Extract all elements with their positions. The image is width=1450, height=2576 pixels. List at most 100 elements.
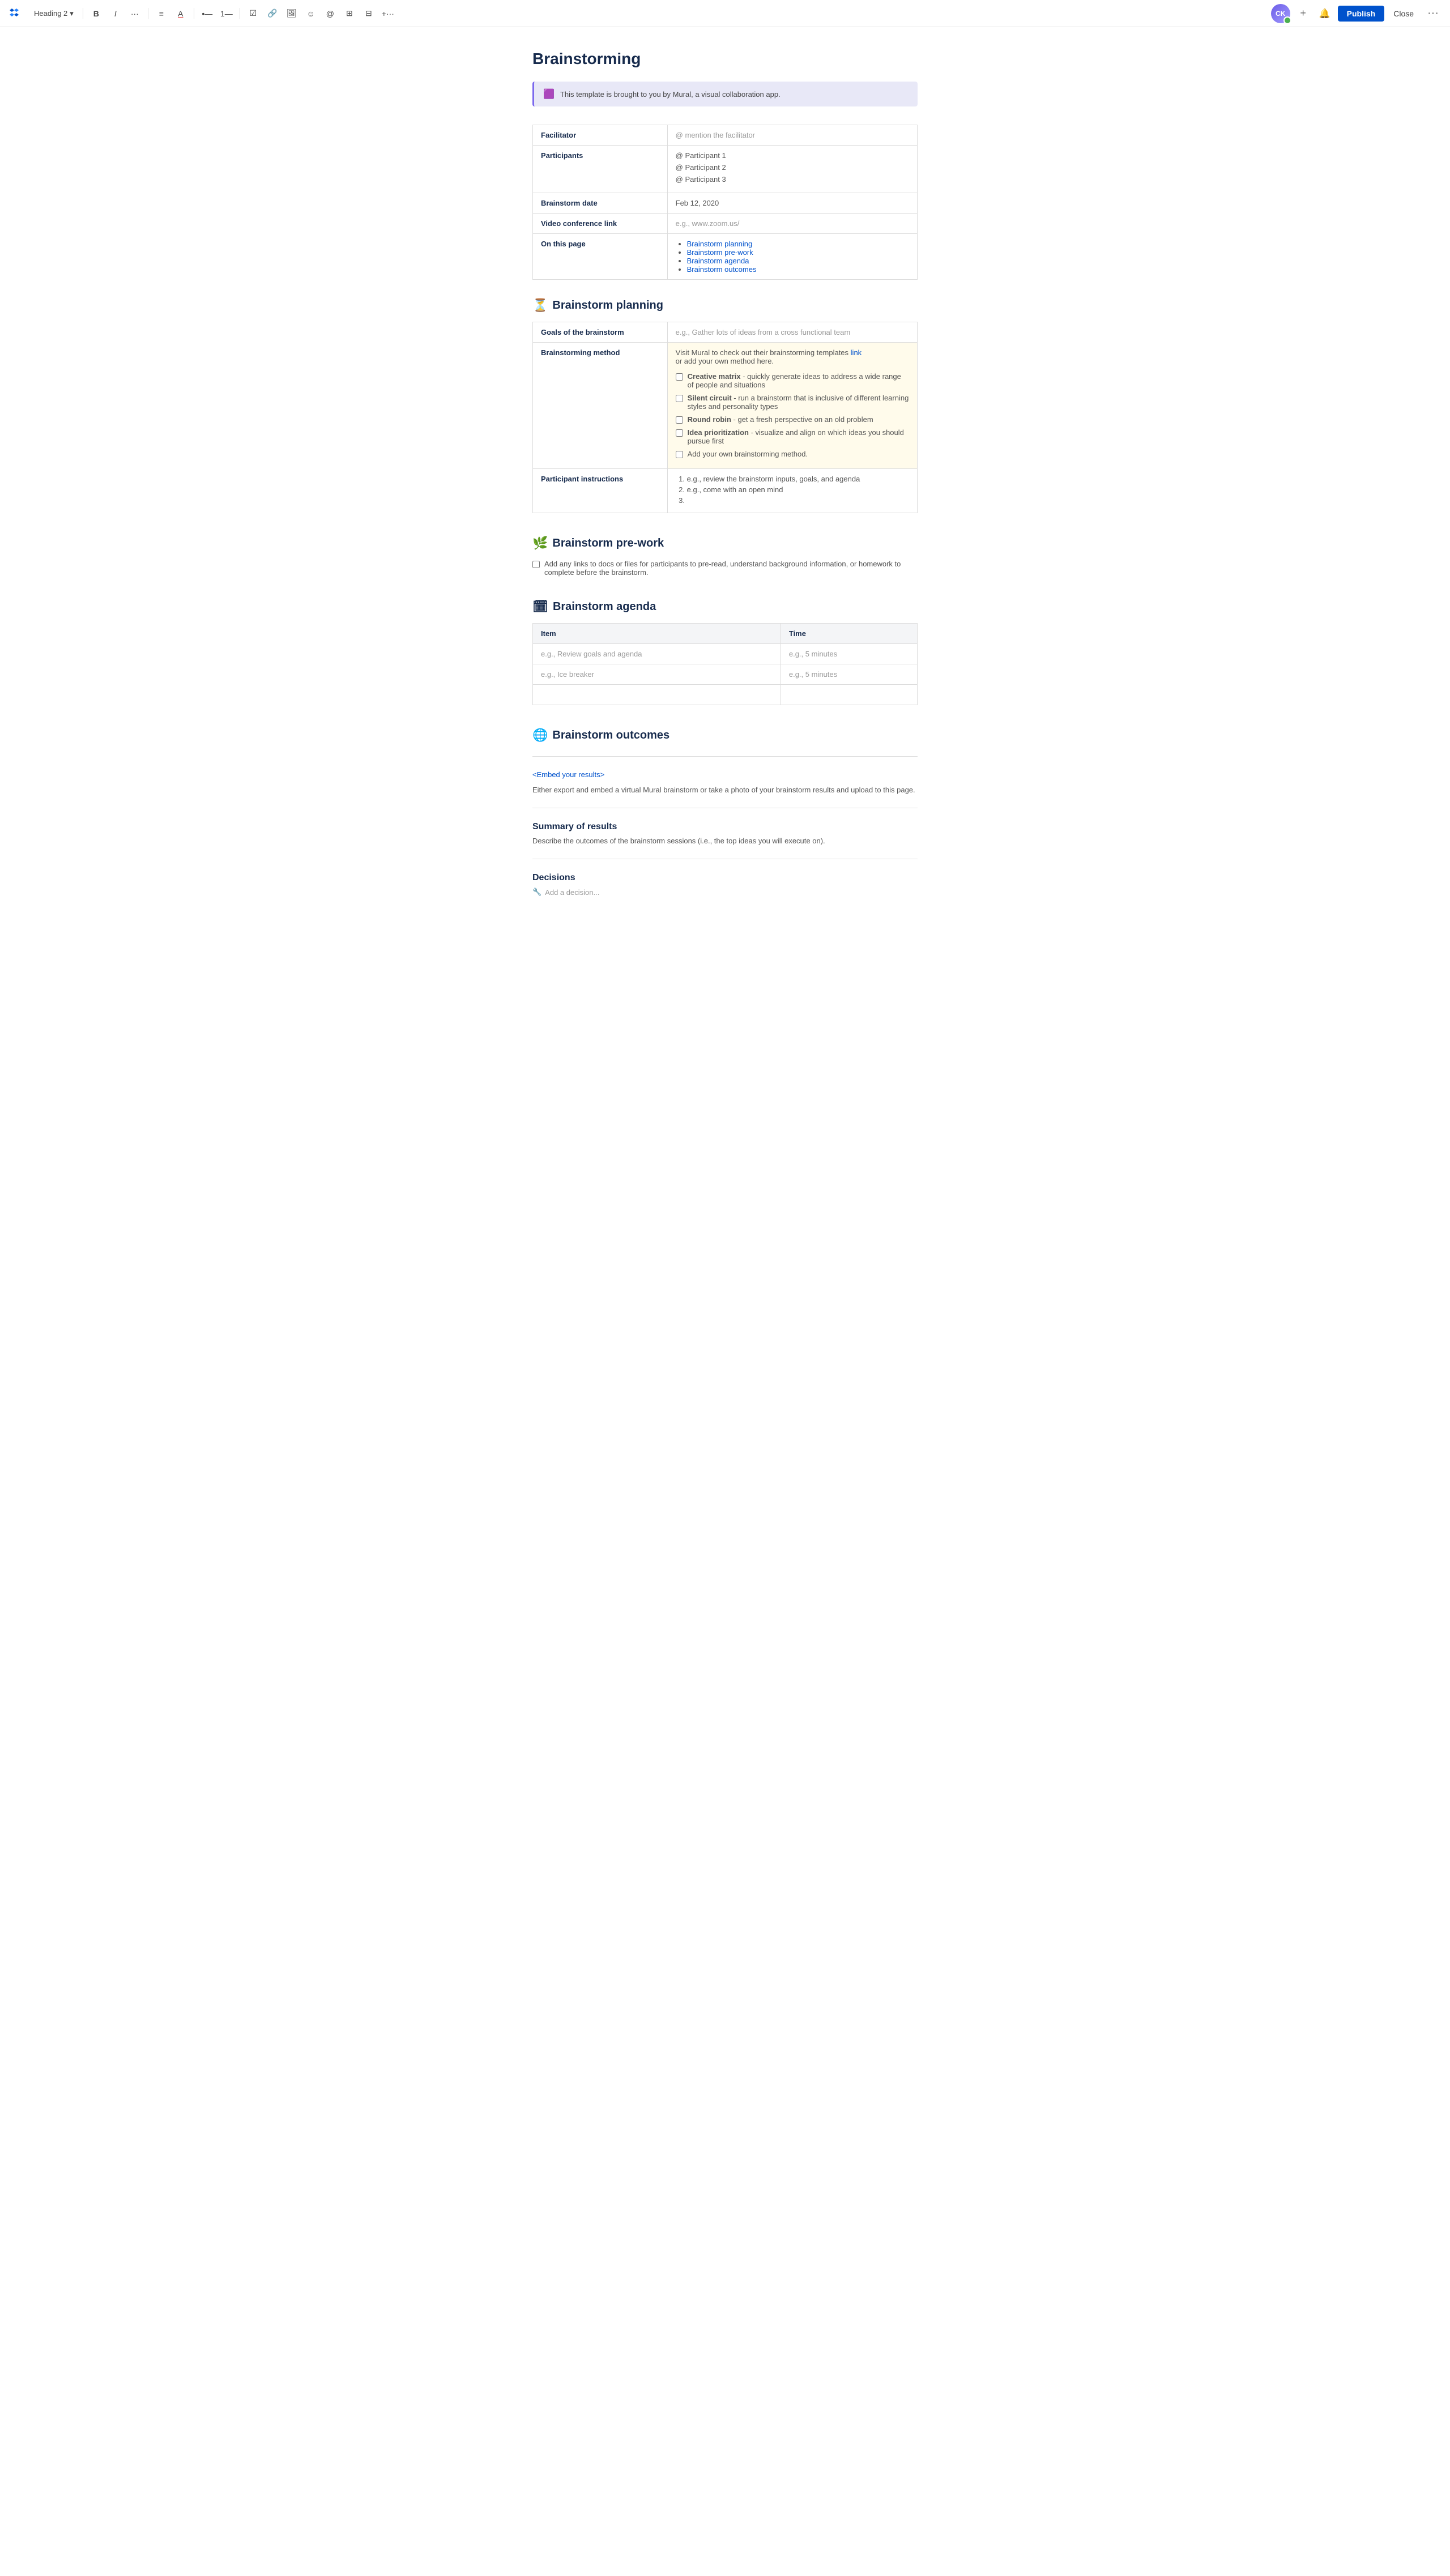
list-item[interactable]: e.g., review the brainstorm inputs, goal… xyxy=(687,475,909,483)
mural-link[interactable]: link xyxy=(851,348,862,357)
agenda-heading: 🗓 Brainstorm agenda xyxy=(532,599,918,614)
embed-link[interactable]: <Embed your results> xyxy=(532,770,918,779)
list-item[interactable]: e.g., come with an open mind xyxy=(687,485,909,494)
mention-button[interactable]: @ xyxy=(322,5,339,22)
bold-button[interactable]: B xyxy=(88,5,105,22)
number-list-button[interactable]: 1— xyxy=(218,5,235,22)
method-checkbox-5[interactable] xyxy=(676,451,683,458)
embed-desc: Either export and embed a virtual Mural … xyxy=(532,786,918,794)
table-row: Participant instructions e.g., review th… xyxy=(533,469,918,513)
method-checkbox-2[interactable] xyxy=(676,395,683,402)
add-decision: 🔧 Add a decision... xyxy=(532,888,918,897)
date-label: Brainstorm date xyxy=(533,193,668,214)
planning-table: Goals of the brainstorm e.g., Gather lot… xyxy=(532,322,918,513)
video-value[interactable]: e.g., www.zoom.us/ xyxy=(667,214,917,234)
method-checkbox-1[interactable] xyxy=(676,373,683,381)
layout-button[interactable]: ⊟ xyxy=(360,5,377,22)
method-label: Brainstorming method xyxy=(533,343,668,469)
info-table: Facilitator @ mention the facilitator Pa… xyxy=(532,125,918,280)
text-color-button[interactable]: A xyxy=(172,5,189,22)
align-button[interactable]: ≡ xyxy=(153,5,170,22)
goals-label: Goals of the brainstorm xyxy=(533,322,668,343)
toolbar: Heading 2 ▾ B I ··· ≡ A •— 1— ☑ 🔗 🖼 ☺ @ … xyxy=(0,0,1450,27)
table-row: Brainstorming method Visit Mural to chec… xyxy=(533,343,918,469)
method-item-2: Silent circuit - run a brainstorm that i… xyxy=(676,394,909,411)
chevron-down-icon: ▾ xyxy=(70,9,74,18)
agenda-item-1[interactable]: e.g., Review goals and agenda xyxy=(533,644,781,664)
on-this-page-value: Brainstorm planning Brainstorm pre-work … xyxy=(667,234,917,280)
method-item-5: Add your own brainstorming method. xyxy=(676,450,909,458)
facilitator-label: Facilitator xyxy=(533,125,668,146)
agenda-emoji: 🗓 xyxy=(532,599,548,614)
table-row: Participants @ Participant 1 @ Participa… xyxy=(533,146,918,193)
agenda-item-2[interactable]: e.g., Ice breaker xyxy=(533,664,781,685)
table-button[interactable]: ⊞ xyxy=(341,5,358,22)
participant-1[interactable]: @ Participant 1 xyxy=(676,151,909,160)
list-item[interactable] xyxy=(687,496,909,505)
publish-button[interactable]: Publish xyxy=(1338,6,1385,22)
table-row: Video conference link e.g., www.zoom.us/ xyxy=(533,214,918,234)
link-brainstorm-prework[interactable]: Brainstorm pre-work xyxy=(687,248,753,257)
table-row: e.g., Ice breaker e.g., 5 minutes xyxy=(533,664,918,685)
goals-value[interactable]: e.g., Gather lots of ideas from a cross … xyxy=(667,322,917,343)
more-format-button[interactable]: ··· xyxy=(126,5,143,22)
participant-3[interactable]: @ Participant 3 xyxy=(676,175,909,184)
prework-checkbox[interactable] xyxy=(532,561,540,568)
image-button[interactable]: 🖼 xyxy=(283,5,300,22)
instructions-label: Participant instructions xyxy=(533,469,668,513)
agenda-time-1[interactable]: e.g., 5 minutes xyxy=(781,644,917,664)
table-row xyxy=(533,685,918,705)
add-decision-text[interactable]: Add a decision... xyxy=(545,888,599,897)
agenda-time-2[interactable]: e.g., 5 minutes xyxy=(781,664,917,685)
method-checkbox-4[interactable] xyxy=(676,429,683,437)
planning-emoji: ⏳ xyxy=(532,298,548,313)
method-item-3: Round robin - get a fresh perspective on… xyxy=(676,415,909,424)
planning-section: ⏳ Brainstorm planning Goals of the brain… xyxy=(532,298,918,513)
italic-button[interactable]: I xyxy=(107,5,124,22)
toolbar-right: CK + 🔔 Publish Close ··· xyxy=(1271,4,1443,23)
agenda-col-item: Item xyxy=(533,624,781,644)
date-value[interactable]: Feb 12, 2020 xyxy=(667,193,917,214)
method-checkbox-3[interactable] xyxy=(676,416,683,424)
prework-heading: 🌿 Brainstorm pre-work xyxy=(532,536,918,551)
method-item-1: Creative matrix - quickly generate ideas… xyxy=(676,372,909,389)
agenda-table: Item Time e.g., Review goals and agenda … xyxy=(532,623,918,705)
summary-title: Summary of results xyxy=(532,822,918,832)
task-button[interactable]: ☑ xyxy=(245,5,262,22)
info-banner: 🟪 This template is brought to you by Mur… xyxy=(532,82,918,106)
prework-check: Add any links to docs or files for parti… xyxy=(532,560,918,577)
prework-emoji: 🌿 xyxy=(532,536,548,551)
emoji-button[interactable]: ☺ xyxy=(302,5,319,22)
link-brainstorm-outcomes[interactable]: Brainstorm outcomes xyxy=(687,265,757,274)
avatar[interactable]: CK xyxy=(1271,4,1290,23)
prework-section: 🌿 Brainstorm pre-work Add any links to d… xyxy=(532,536,918,577)
page-title: Brainstorming xyxy=(532,50,918,68)
table-row: Brainstorm date Feb 12, 2020 xyxy=(533,193,918,214)
bullet-list-button[interactable]: •— xyxy=(199,5,216,22)
heading-selector[interactable]: Heading 2 ▾ xyxy=(29,7,78,20)
add-collaborator-button[interactable]: + xyxy=(1295,5,1312,22)
agenda-item-3[interactable] xyxy=(533,685,781,705)
table-row: e.g., Review goals and agenda e.g., 5 mi… xyxy=(533,644,918,664)
insert-more-button[interactable]: +··· xyxy=(379,5,396,22)
table-row: Goals of the brainstorm e.g., Gather lot… xyxy=(533,322,918,343)
notification-button[interactable]: 🔔 xyxy=(1316,5,1333,22)
video-label: Video conference link xyxy=(533,214,668,234)
agenda-col-time: Time xyxy=(781,624,917,644)
agenda-section: 🗓 Brainstorm agenda Item Time e.g., Revi… xyxy=(532,599,918,705)
close-button[interactable]: Close xyxy=(1389,6,1418,22)
planning-heading: ⏳ Brainstorm planning xyxy=(532,298,918,313)
facilitator-value[interactable]: @ mention the facilitator xyxy=(667,125,917,146)
mural-icon: 🟪 xyxy=(543,88,555,100)
table-row: On this page Brainstorm planning Brainst… xyxy=(533,234,918,280)
more-options-button[interactable]: ··· xyxy=(1423,5,1443,22)
outcomes-emoji: 🌐 xyxy=(532,728,548,743)
link-brainstorm-agenda[interactable]: Brainstorm agenda xyxy=(687,257,749,265)
table-row: Facilitator @ mention the facilitator xyxy=(533,125,918,146)
instructions-list: e.g., review the brainstorm inputs, goal… xyxy=(676,475,909,505)
link-button[interactable]: 🔗 xyxy=(264,5,281,22)
participant-2[interactable]: @ Participant 2 xyxy=(676,163,909,172)
agenda-time-3[interactable] xyxy=(781,685,917,705)
link-brainstorm-planning[interactable]: Brainstorm planning xyxy=(687,240,753,248)
participants-label: Participants xyxy=(533,146,668,193)
